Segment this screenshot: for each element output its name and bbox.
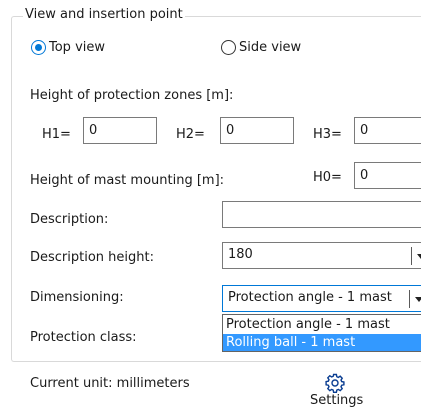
- dimensioning-dropdown-list[interactable]: Protection angle - 1 mast Rolling ball -…: [222, 314, 421, 352]
- description-height-value: 180: [228, 247, 253, 262]
- gear-icon[interactable]: [310, 373, 360, 393]
- h2-label: H2=: [176, 127, 205, 142]
- combo-separator: [411, 247, 412, 265]
- top-view-label: Top view: [49, 40, 106, 55]
- dropdown-option-protection-angle[interactable]: Protection angle - 1 mast: [223, 316, 421, 333]
- h2-field[interactable]: [220, 117, 294, 144]
- protection-zones-label: Height of protection zones [m]:: [30, 88, 234, 103]
- description-label: Description:: [30, 212, 109, 227]
- h0-field[interactable]: [354, 162, 421, 189]
- dimensioning-combo[interactable]: Protection angle - 1 mast: [222, 285, 421, 312]
- h1-field[interactable]: [83, 117, 157, 144]
- chevron-down-icon[interactable]: [417, 254, 421, 259]
- settings-label: Settings: [310, 393, 364, 408]
- chevron-down-icon[interactable]: [415, 297, 421, 302]
- combo-separator: [409, 290, 410, 308]
- group-title: View and insertion point: [23, 7, 185, 22]
- settings-button[interactable]: Settings: [310, 373, 364, 408]
- description-field[interactable]: [222, 201, 421, 228]
- top-view-radio-indicator[interactable]: [31, 40, 46, 55]
- side-view-radio[interactable]: Side view: [221, 40, 301, 55]
- mast-mounting-label: Height of mast mounting [m]:: [30, 173, 225, 188]
- dimensioning-label: Dimensioning:: [30, 290, 124, 305]
- dropdown-option-rolling-ball[interactable]: Rolling ball - 1 mast: [223, 334, 421, 351]
- description-height-label: Description height:: [30, 250, 154, 265]
- protection-class-label: Protection class:: [30, 330, 137, 345]
- h3-label: H3=: [313, 127, 342, 142]
- dimensioning-value: Protection angle - 1 mast: [228, 290, 392, 305]
- h3-field[interactable]: [354, 117, 421, 144]
- top-view-radio[interactable]: Top view: [31, 40, 105, 55]
- side-view-label: Side view: [239, 40, 302, 55]
- description-height-combo[interactable]: 180: [222, 242, 421, 269]
- h1-label: H1=: [42, 127, 71, 142]
- current-unit-text: Current unit: millimeters: [30, 376, 190, 391]
- h0-label: H0=: [313, 170, 342, 185]
- side-view-radio-indicator[interactable]: [221, 40, 236, 55]
